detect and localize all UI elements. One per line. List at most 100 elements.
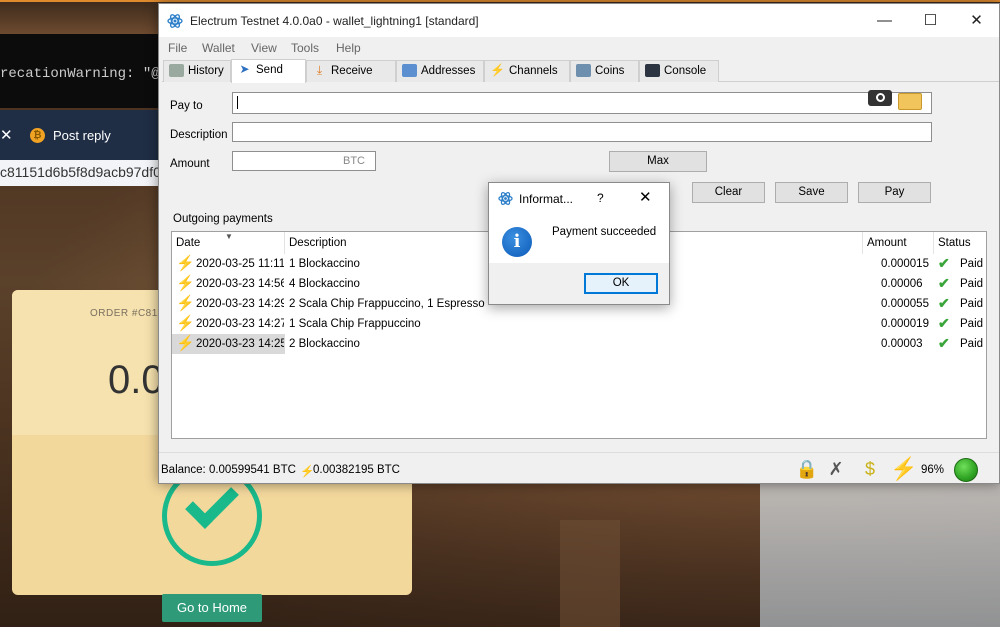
dialog-body: i Payment succeeded	[489, 213, 669, 263]
row-status: ✔ Paid	[938, 314, 986, 334]
row-description: 2 Scala Chip Frappuccino, 1 Espresso Co	[289, 298, 489, 310]
row-description: 2 Blockaccino	[289, 338, 360, 350]
amount-unit: BTC	[343, 155, 365, 167]
sort-arrow-icon: ▼	[225, 232, 233, 241]
menu-bar: File Wallet View Tools Help	[159, 38, 999, 60]
row-status-label: Paid	[960, 338, 984, 350]
seed-icon[interactable]: $	[857, 456, 883, 482]
row-status: ✔ Paid	[938, 294, 986, 314]
row-amount: 0.000055	[881, 298, 929, 310]
pay-to-input[interactable]	[232, 92, 932, 114]
dialog-message: Payment succeeded	[552, 226, 657, 238]
description-input[interactable]	[232, 122, 932, 142]
column-header-date[interactable]: ▼ Date	[172, 232, 285, 254]
dialog-title-bar[interactable]: Informat... ? ✕	[489, 183, 669, 213]
save-button[interactable]: Save	[775, 182, 848, 203]
pay-button[interactable]: Pay	[858, 182, 931, 203]
tab-coins[interactable]: Coins	[570, 60, 639, 82]
send-icon: ➤	[239, 62, 250, 76]
menu-view[interactable]: View	[251, 41, 277, 55]
dialog-title: Informat...	[519, 192, 574, 206]
tab-console-label: Console	[664, 65, 707, 77]
tab-channels[interactable]: ⚡ Channels	[484, 60, 570, 82]
help-button[interactable]: ?	[597, 191, 604, 205]
background-window	[760, 480, 1000, 627]
lightning-network-icon[interactable]: ⚡	[890, 456, 917, 482]
row-status-label: Paid	[960, 318, 984, 330]
tab-receive[interactable]: ⤓ Receive	[306, 60, 396, 82]
row-amount: 0.00006	[881, 278, 923, 290]
information-dialog: Informat... ? ✕ i Payment succeeded OK	[488, 182, 670, 305]
preferences-tools-icon[interactable]: ✗	[823, 456, 849, 482]
console-icon	[645, 64, 660, 77]
row-date: 2020-03-25 11:11	[196, 258, 284, 270]
close-icon[interactable]: ✕	[0, 126, 13, 144]
description-label: Description	[170, 129, 228, 141]
row-amount: 0.00003	[881, 338, 923, 350]
tab-history-label: History	[188, 65, 224, 77]
dialog-close-button[interactable]: ✕	[639, 188, 652, 206]
row-status-label: Paid	[960, 258, 984, 270]
check-icon: ✔	[938, 295, 950, 311]
title-bar[interactable]: Electrum Testnet 4.0.0a0 - wallet_lightn…	[159, 4, 999, 37]
lightning-icon: ⚡	[176, 295, 195, 312]
row-amount: 0.000019	[881, 318, 929, 330]
tab-addresses[interactable]: Addresses	[396, 60, 484, 82]
order-label: ORDER #C811	[90, 308, 164, 319]
bitcoin-icon: ₿	[30, 128, 45, 143]
lightning-balance-text: 0.00382195 BTC	[313, 464, 400, 476]
maximize-button[interactable]: ☐	[908, 10, 953, 32]
balance-text: Balance: 0.00599541 BTC	[161, 464, 296, 476]
row-description: 1 Scala Chip Frappuccino	[289, 318, 421, 330]
tab-receive-label: Receive	[331, 65, 373, 77]
background-accent-line	[0, 0, 1000, 2]
row-date: 2020-03-23 14:25	[196, 338, 284, 350]
tab-history[interactable]: History	[163, 60, 231, 82]
lock-icon[interactable]: 🔒	[794, 456, 820, 482]
browser-url-text[interactable]: c81151d6b5f8d9acb97df0	[0, 164, 161, 180]
close-window-button[interactable]: ✕	[954, 10, 999, 32]
tab-coins-label: Coins	[595, 65, 625, 77]
check-icon: ✔	[938, 275, 950, 291]
folder-icon[interactable]	[898, 93, 922, 110]
addresses-icon	[402, 64, 417, 77]
network-status-icon[interactable]	[954, 458, 978, 482]
background-table	[560, 520, 620, 627]
table-row[interactable]: ⚡ 2020-03-23 14:25 2 Blockaccino 0.00003…	[172, 334, 986, 354]
history-icon	[169, 64, 184, 77]
menu-file[interactable]: File	[168, 41, 187, 55]
electrum-logo-icon	[498, 192, 513, 205]
receive-icon: ⤓	[316, 63, 323, 77]
max-button[interactable]: Max	[609, 151, 707, 172]
browser-tab-title[interactable]: Post reply	[53, 128, 111, 143]
lightning-icon: ⚡	[176, 255, 195, 272]
check-icon: ✔	[938, 315, 950, 331]
order-amount: 0.0	[108, 358, 164, 402]
clear-button[interactable]: Clear	[692, 182, 765, 203]
row-date: 2020-03-23 14:56	[196, 278, 284, 290]
minimize-button[interactable]: —	[862, 10, 907, 32]
tab-channels-label: Channels	[509, 65, 558, 77]
row-date: 2020-03-23 14:29	[196, 298, 284, 310]
tab-send[interactable]: ➤ Send	[231, 59, 306, 83]
row-description: 4 Blockaccino	[289, 278, 360, 290]
ok-button[interactable]: OK	[584, 273, 658, 294]
amount-label: Amount	[170, 158, 210, 170]
row-status-label: Paid	[960, 298, 984, 310]
terminal-text: recationWarning: "@c	[0, 66, 169, 82]
menu-tools[interactable]: Tools	[291, 41, 319, 55]
menu-help[interactable]: Help	[336, 41, 361, 55]
text-caret	[237, 96, 238, 109]
outgoing-payments-label: Outgoing payments	[173, 213, 273, 225]
column-header-amount[interactable]: Amount	[863, 232, 934, 254]
column-header-status[interactable]: Status	[934, 232, 986, 254]
go-home-button[interactable]: Go to Home	[162, 594, 262, 622]
table-row[interactable]: ⚡ 2020-03-23 14:27 1 Scala Chip Frappucc…	[172, 314, 986, 334]
row-status-label: Paid	[960, 278, 984, 290]
camera-icon[interactable]	[868, 90, 892, 106]
tab-console[interactable]: Console	[639, 60, 719, 82]
menu-wallet[interactable]: Wallet	[202, 41, 235, 55]
electrum-logo-icon	[167, 14, 183, 28]
lightning-icon: ⚡	[176, 275, 195, 292]
amount-input[interactable]: BTC	[232, 151, 376, 171]
